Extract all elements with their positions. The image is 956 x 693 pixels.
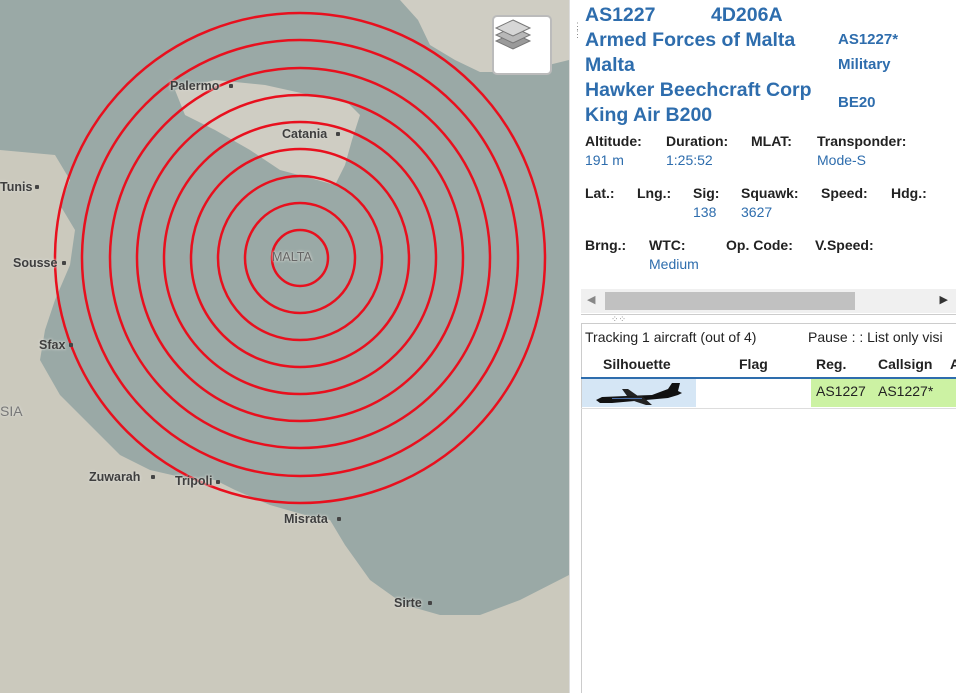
city-dot: [428, 601, 432, 605]
opcode-label: Op. Code:: [726, 237, 793, 253]
row-reg: AS1227: [816, 383, 866, 399]
aircraft-silhouette: [582, 379, 696, 407]
row-callsign: AS1227*: [878, 383, 934, 399]
country-label-tunisia: SIA: [0, 403, 23, 419]
city-label-tunis: Tunis: [0, 180, 33, 194]
altitude-value: 191 m: [585, 152, 624, 168]
city-label-sirte: Sirte: [394, 596, 422, 610]
transponder-value: Mode-S: [817, 152, 867, 168]
heading-label: Hdg.:: [891, 185, 927, 201]
city-label-misrata: Misrata: [284, 512, 328, 526]
city-dot: [336, 132, 340, 136]
sig-label: Sig:: [693, 185, 720, 201]
aircraft-operator: Armed Forces of Malta: [585, 29, 796, 51]
city-dot: [69, 343, 73, 347]
duration-value: 1:25:52: [666, 152, 713, 168]
pause-list-controls[interactable]: Pause : : List only visi: [808, 329, 943, 345]
column-header-reg[interactable]: Reg.: [816, 356, 846, 372]
aircraft-category: Military: [838, 56, 891, 73]
tracking-count-text: Tracking 1 aircraft (out of 4): [585, 329, 757, 345]
lng-label: Lng.:: [637, 185, 672, 201]
city-dot: [337, 517, 341, 521]
aircraft-callsign: AS1227*: [838, 31, 899, 48]
scroll-left-arrow-icon[interactable]: ◀: [587, 293, 595, 306]
map-canvas[interactable]: [0, 0, 569, 693]
aircraft-registration: AS1227: [585, 4, 656, 26]
city-label-palermo: Palermo: [170, 79, 220, 93]
speed-label: Speed:: [821, 185, 868, 201]
mlat-label: MLAT:: [751, 133, 792, 149]
city-label-zuwarah: Zuwarah: [89, 470, 141, 484]
table-row[interactable]: AS1227 AS1227*: [581, 379, 956, 409]
aircraft-manufacturer: Hawker Beechcraft Corp: [585, 79, 812, 101]
scrollbar-thumb[interactable]: [605, 292, 855, 310]
side-panel: AS1227 4D206A Armed Forces of Malta AS12…: [581, 0, 956, 693]
layers-button[interactable]: [492, 15, 552, 75]
column-header-altitude[interactable]: A: [950, 356, 956, 372]
squawk-value: 3627: [741, 204, 773, 220]
aircraft-type-code: BE20: [838, 94, 876, 111]
city-dot: [151, 475, 155, 479]
city-dot: [216, 480, 220, 484]
city-label-catania: Catania: [282, 127, 328, 141]
aircraft-icao-hex: 4D206A: [711, 4, 783, 26]
column-header-callsign[interactable]: Callsign: [878, 356, 932, 372]
altitude-label: Altitude:: [585, 133, 642, 149]
vspeed-label: V.Speed:: [815, 237, 874, 253]
aircraft-model: King Air B200: [585, 104, 713, 126]
wtc-label: WTC:: [649, 237, 686, 253]
wtc-value: Medium: [649, 256, 699, 272]
column-header-silhouette[interactable]: Silhouette: [603, 356, 671, 372]
column-header-flag[interactable]: Flag: [739, 356, 768, 372]
city-dot: [35, 185, 39, 189]
transponder-label: Transponder:: [817, 133, 907, 149]
squawk-label: Squawk:: [741, 185, 799, 201]
bearing-label: Brng.:: [585, 237, 627, 253]
map-view[interactable]: Palermo Catania Tunis Sousse MALTA Sfax …: [0, 0, 569, 693]
scroll-right-arrow-icon[interactable]: ▶: [940, 293, 948, 306]
city-dot: [229, 84, 233, 88]
city-dot: [62, 261, 66, 265]
sig-value: 138: [693, 204, 717, 220]
city-label-sousse: Sousse: [13, 256, 58, 270]
city-label-sfax: Sfax: [39, 338, 66, 352]
lat-label: Lat.:: [585, 185, 615, 201]
country-label-malta: MALTA: [272, 250, 312, 264]
aircraft-info-panel: AS1227 4D206A Armed Forces of Malta AS12…: [581, 0, 956, 315]
duration-label: Duration:: [666, 133, 729, 149]
aircraft-country: Malta: [585, 54, 635, 76]
city-label-tripoli: Tripoli: [175, 474, 213, 488]
info-horizontal-scrollbar[interactable]: ◀ ▶: [581, 289, 956, 313]
